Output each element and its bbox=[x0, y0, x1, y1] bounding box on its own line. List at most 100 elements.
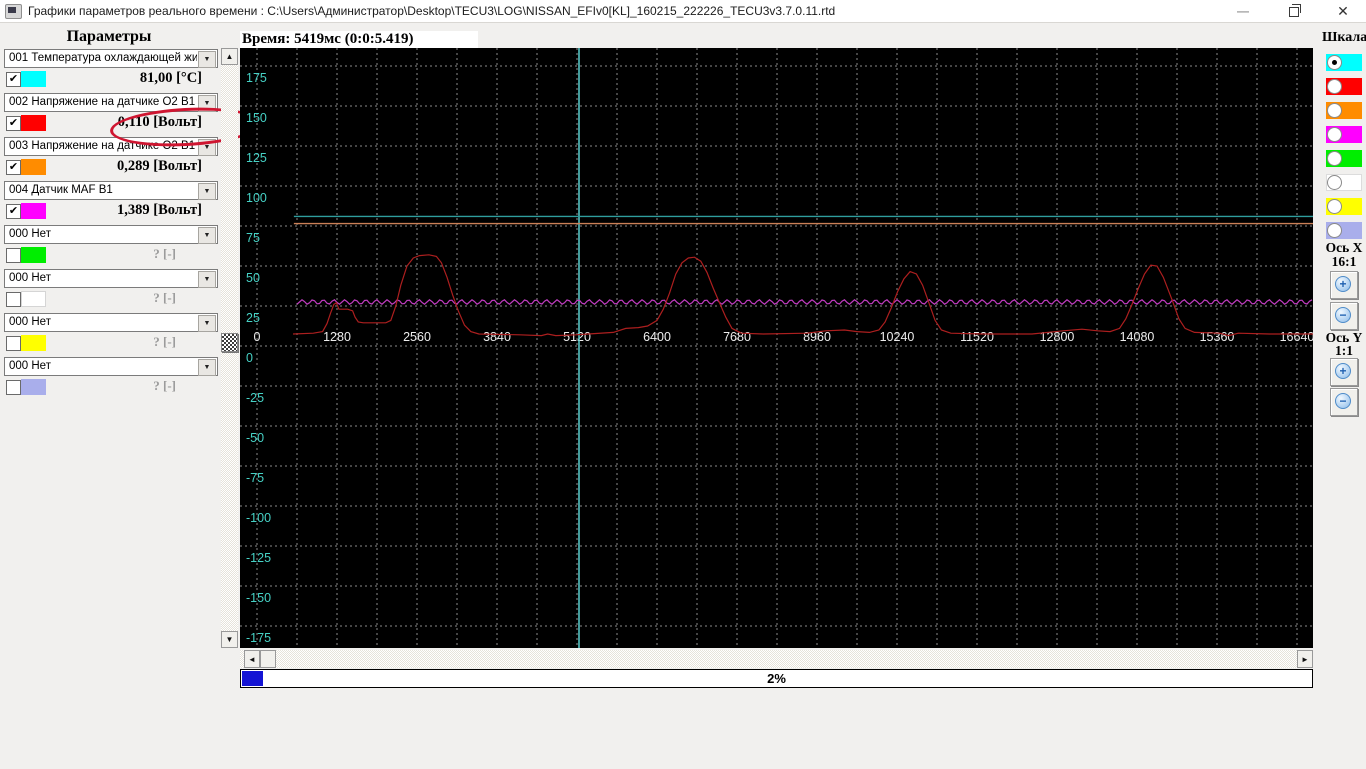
scale-panel: Шкала Ось X 16:1 + − Ось Y 1:1 + − bbox=[1322, 22, 1366, 442]
channel-checkbox-5[interactable] bbox=[6, 248, 21, 263]
channel-dropdown-2[interactable]: 002 Напряжение на датчике O2 B1 S ▼ bbox=[4, 93, 218, 112]
channel-checkbox-1[interactable]: ✔ bbox=[6, 72, 21, 87]
progress-percentage: 2% bbox=[767, 671, 786, 686]
channel-value: 0,289 [Вольт] bbox=[116, 158, 202, 174]
minus-icon: − bbox=[1335, 307, 1351, 323]
scale-header: Шкала bbox=[1322, 30, 1366, 45]
channel-checkbox-7[interactable] bbox=[6, 336, 21, 351]
channel-checkbox-8[interactable] bbox=[6, 380, 21, 395]
y-axis-tick-label: 25 bbox=[246, 311, 260, 325]
channel-value-row: ? [-] bbox=[0, 246, 218, 268]
app-icon bbox=[5, 4, 22, 19]
chevron-down-icon[interactable]: ▼ bbox=[198, 359, 216, 376]
y-zoom-out-button[interactable]: − bbox=[1330, 388, 1358, 416]
x-axis-scale-value: 16:1 bbox=[1331, 254, 1357, 269]
scale-radio-2[interactable] bbox=[1327, 79, 1342, 94]
channel-value-row: ? [-] bbox=[0, 290, 218, 312]
channel-color-swatch bbox=[21, 115, 46, 131]
chevron-down-icon[interactable]: ▼ bbox=[198, 315, 216, 332]
channel-value: ? [-] bbox=[153, 246, 176, 261]
scroll-right-icon[interactable]: ► bbox=[1297, 650, 1313, 668]
y-axis-tick-label: 150 bbox=[246, 111, 267, 125]
channel-color-swatch bbox=[21, 247, 46, 263]
vertical-scrollbar-thumb[interactable] bbox=[221, 333, 238, 352]
channel-value-row: ? [-] bbox=[0, 334, 218, 356]
channel-checkbox-4[interactable]: ✔ bbox=[6, 204, 21, 219]
x-zoom-in-button[interactable]: + bbox=[1330, 271, 1358, 299]
scroll-down-icon[interactable]: ▼ bbox=[221, 631, 238, 648]
chart-canvas[interactable]: 175 150 125 100 75 50 25 0 -25 -50 -75 -100 -125 -150… bbox=[240, 48, 1314, 648]
scale-radio-1[interactable] bbox=[1327, 55, 1342, 70]
scale-option-4[interactable] bbox=[1326, 126, 1362, 143]
scale-option-6[interactable] bbox=[1326, 174, 1362, 191]
scroll-up-icon[interactable]: ▲ bbox=[221, 48, 238, 65]
chevron-down-icon[interactable]: ▼ bbox=[198, 139, 216, 156]
channel-color-swatch bbox=[21, 379, 46, 395]
scale-option-2[interactable] bbox=[1326, 78, 1362, 95]
x-axis-tick-label: 11520 bbox=[960, 330, 994, 344]
window-title: Графики параметров реального времени : C… bbox=[28, 4, 836, 18]
channel-dropdown-5[interactable]: 000 Нет ▼ bbox=[4, 225, 218, 244]
y-axis-tick-label: -25 bbox=[246, 391, 264, 405]
channel-dropdown-value: 000 Нет bbox=[9, 316, 51, 328]
y-zoom-in-button[interactable]: + bbox=[1330, 358, 1358, 386]
minimize-button[interactable]: — bbox=[1226, 0, 1260, 22]
chevron-down-icon[interactable]: ▼ bbox=[198, 271, 216, 288]
channel-dropdown-1[interactable]: 001 Температура охлаждающей жид ▼ bbox=[4, 49, 218, 68]
scale-option-1[interactable] bbox=[1326, 54, 1362, 71]
channel-checkbox-3[interactable]: ✔ bbox=[6, 160, 21, 175]
channel-dropdown-6[interactable]: 000 Нет ▼ bbox=[4, 269, 218, 288]
scroll-left-icon[interactable]: ◄ bbox=[244, 650, 260, 668]
y-axis-scale-value: 1:1 bbox=[1335, 343, 1353, 358]
scale-option-5[interactable] bbox=[1326, 150, 1362, 167]
scale-radio-7[interactable] bbox=[1327, 199, 1342, 214]
channel-dropdown-4[interactable]: 004 Датчик MAF B1 ▼ bbox=[4, 181, 218, 200]
chart-plot-area[interactable]: 175 150 125 100 75 50 25 0 -25 -50 -75 -100 -125 -150… bbox=[240, 48, 1314, 648]
chevron-down-icon[interactable]: ▼ bbox=[198, 51, 216, 68]
y-axis-tick-label: 100 bbox=[246, 191, 267, 205]
scale-radio-6[interactable] bbox=[1327, 175, 1342, 190]
y-axis-tick-label: 125 bbox=[246, 151, 267, 165]
scale-radio-3[interactable] bbox=[1327, 103, 1342, 118]
title-bar: Графики параметров реального времени : C… bbox=[0, 0, 1366, 23]
scale-radio-5[interactable] bbox=[1327, 151, 1342, 166]
scale-option-3[interactable] bbox=[1326, 102, 1362, 119]
close-button[interactable]: ✕ bbox=[1326, 0, 1360, 22]
parameters-header: Параметры bbox=[66, 28, 152, 45]
restore-button[interactable] bbox=[1276, 0, 1310, 22]
channel-checkbox-6[interactable] bbox=[6, 292, 21, 307]
series-line-3 bbox=[292, 254, 1313, 337]
x-axis-tick-label: 6400 bbox=[643, 330, 671, 344]
channel-value: ? [-] bbox=[153, 378, 176, 393]
chevron-down-icon[interactable]: ▼ bbox=[198, 183, 216, 200]
minus-icon: − bbox=[1335, 393, 1351, 409]
parameters-panel: Параметры 001 Температура охлаждающей жи… bbox=[0, 22, 263, 442]
x-zoom-out-button[interactable]: − bbox=[1330, 302, 1358, 330]
channel-color-swatch bbox=[21, 203, 46, 219]
channel-dropdown-7[interactable]: 000 Нет ▼ bbox=[4, 313, 218, 332]
channel-value: 81,00 [°C] bbox=[139, 70, 202, 86]
x-axis-tick-label: 5120 bbox=[563, 330, 591, 344]
channel-dropdown-value: 002 Напряжение на датчике O2 B1 S bbox=[9, 96, 197, 108]
restore-icon bbox=[1289, 4, 1301, 17]
channel-dropdown-3[interactable]: 003 Напряжение на датчике O2 B1 S ▼ bbox=[4, 137, 218, 156]
plus-icon: + bbox=[1335, 363, 1351, 379]
channel-color-swatch bbox=[21, 335, 46, 351]
channel-color-swatch bbox=[21, 291, 46, 307]
chevron-down-icon[interactable]: ▼ bbox=[198, 227, 216, 244]
scale-option-8[interactable] bbox=[1326, 222, 1362, 239]
scale-radio-8[interactable] bbox=[1327, 223, 1342, 238]
chevron-down-icon[interactable]: ▼ bbox=[198, 95, 216, 112]
vertical-scrollbar[interactable]: ▲ ▼ bbox=[221, 48, 238, 648]
channel-checkbox-2[interactable]: ✔ bbox=[6, 116, 21, 131]
y-axis-tick-label: -75 bbox=[246, 471, 264, 485]
channel-dropdown-8[interactable]: 000 Нет ▼ bbox=[4, 357, 218, 376]
channel-value-row: ✔ 1,389 [Вольт] bbox=[0, 202, 218, 224]
scale-radio-4[interactable] bbox=[1327, 127, 1342, 142]
scale-option-7[interactable] bbox=[1326, 198, 1362, 215]
horizontal-scrollbar-thumb[interactable] bbox=[260, 650, 276, 668]
y-axis-tick-label: -125 bbox=[246, 551, 271, 565]
horizontal-scrollbar[interactable]: ◄ ► bbox=[240, 650, 1313, 668]
x-axis-tick-label: 10240 bbox=[880, 330, 915, 344]
y-axis-tick-label: 75 bbox=[246, 231, 260, 245]
